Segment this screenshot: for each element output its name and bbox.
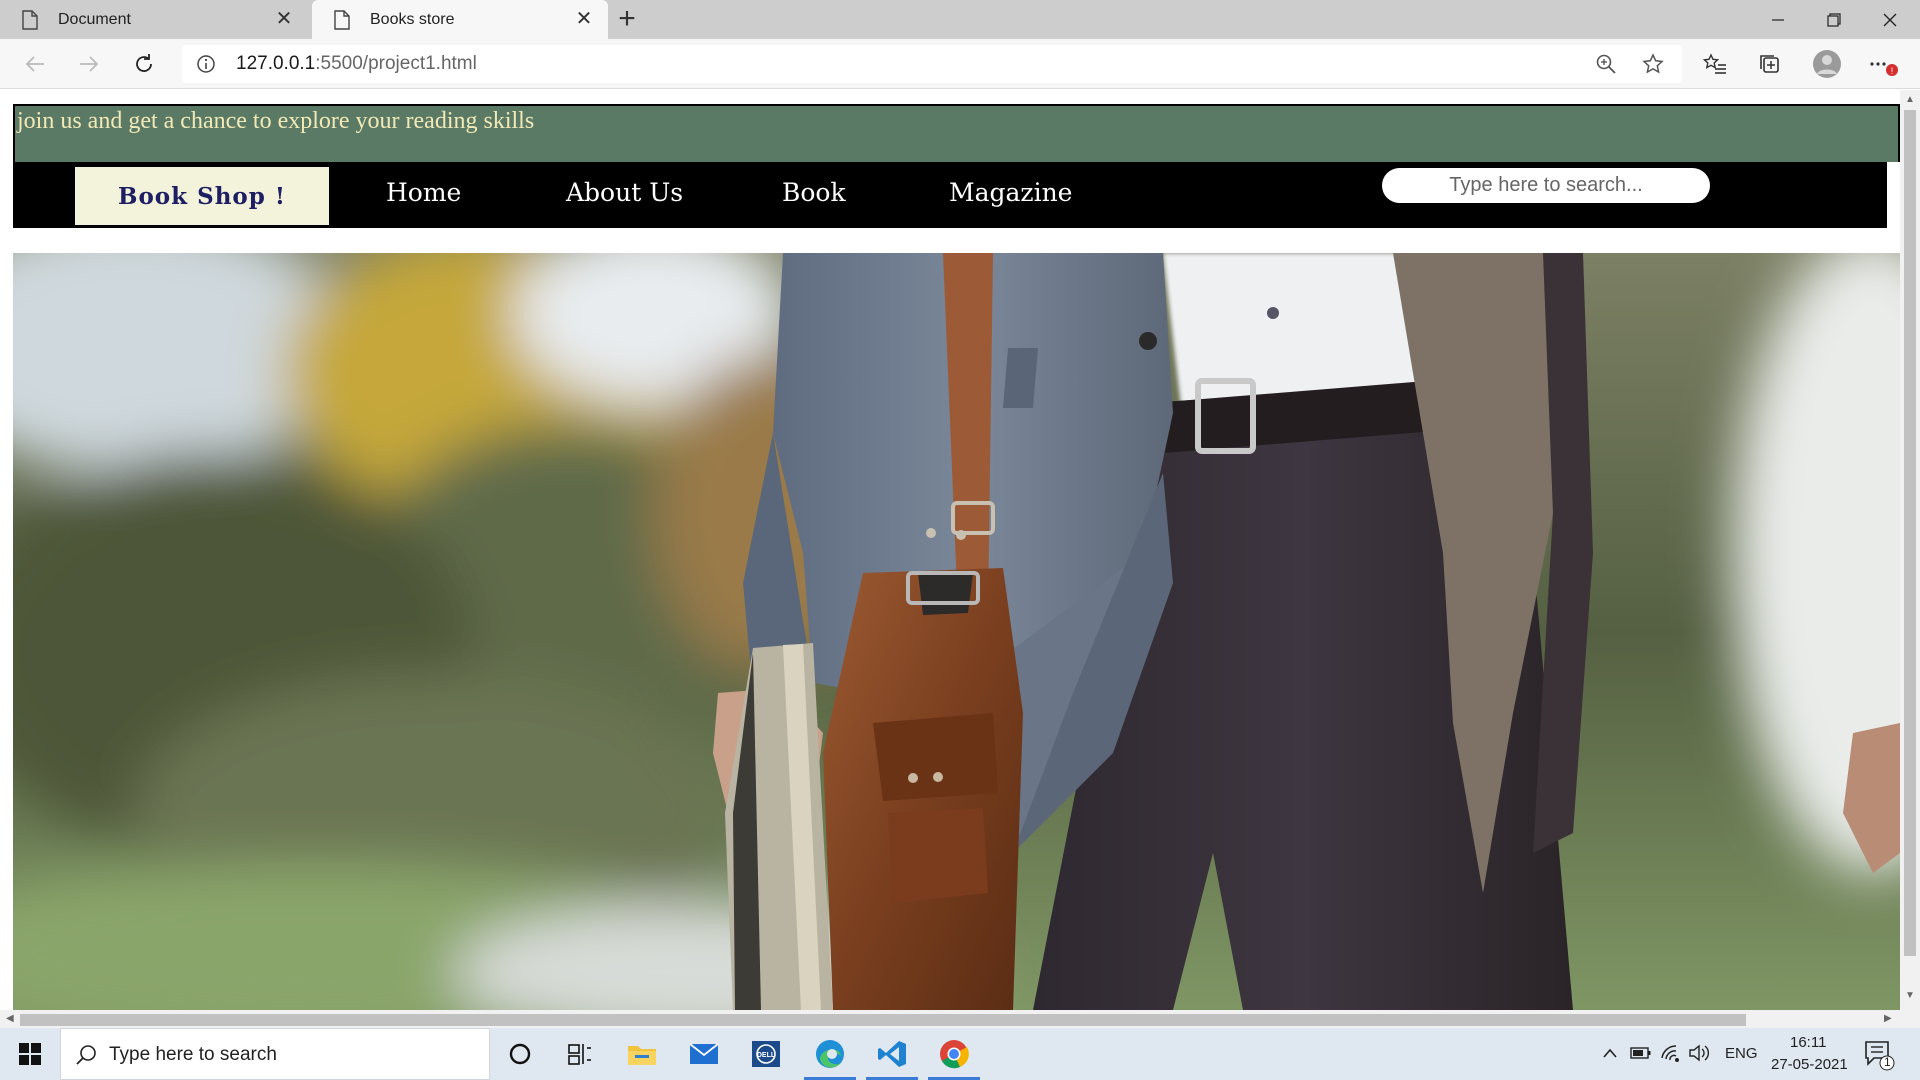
wifi-icon[interactable]	[1660, 1043, 1682, 1063]
document-icon	[22, 9, 38, 30]
hero-image	[13, 253, 1900, 1010]
more-icon: !	[1870, 62, 1898, 76]
zoom-icon[interactable]	[1595, 53, 1617, 75]
svg-text:!: !	[1891, 66, 1894, 76]
refresh-button[interactable]	[127, 47, 161, 81]
clock-date[interactable]: 27-05-2021	[1771, 1056, 1848, 1073]
nav-home[interactable]: Home	[386, 178, 461, 207]
task-view-icon	[568, 1044, 591, 1065]
web-page: join us and get a chance to explore your…	[0, 90, 1900, 1010]
dell-icon: DELL	[752, 1041, 780, 1067]
volume-icon[interactable]	[1688, 1043, 1710, 1063]
minimize-icon	[1772, 18, 1784, 21]
nav-about-us[interactable]: About Us	[566, 178, 683, 207]
restore-button[interactable]	[1806, 0, 1862, 39]
file-explorer-icon	[628, 1046, 656, 1065]
tab-books-store[interactable]: Books store ✕	[312, 0, 608, 39]
browser-toolbar: 127.0.0.1:5500/project1.html !	[0, 39, 1920, 89]
new-tab-icon[interactable]: +	[612, 4, 642, 35]
scrollbar-thumb[interactable]	[20, 1014, 1746, 1026]
edge-button[interactable]	[800, 1028, 860, 1080]
close-icon[interactable]: ✕	[274, 9, 294, 29]
mail-button[interactable]	[674, 1028, 734, 1080]
nav-magazine[interactable]: Magazine	[949, 178, 1072, 207]
edge-icon	[816, 1040, 844, 1068]
document-icon	[334, 9, 350, 30]
windows-start-icon	[19, 1043, 41, 1065]
scroll-right-icon[interactable]: ▶	[1884, 1013, 1892, 1024]
action-center-button[interactable]: 1	[1862, 1038, 1902, 1072]
profile-icon	[1813, 50, 1841, 78]
refresh-icon	[136, 54, 152, 72]
scroll-up-icon[interactable]: ▲	[1905, 94, 1915, 105]
tab-title: Document	[58, 10, 131, 28]
start-button[interactable]	[0, 1028, 60, 1080]
profile-button[interactable]	[1810, 47, 1844, 81]
collections-button[interactable]	[1753, 47, 1787, 81]
collections-icon	[1760, 55, 1779, 73]
banner-text: join us and get a chance to explore your…	[17, 108, 535, 134]
browser-tab-strip: Document ✕ Books store ✕ +	[0, 0, 1920, 39]
restore-icon	[1827, 12, 1841, 27]
taskbar-search-placeholder: Type here to search	[109, 1044, 277, 1065]
address-bar[interactable]: 127.0.0.1:5500/project1.html	[182, 45, 1682, 83]
man-with-book-and-bag-photo	[13, 253, 1900, 1010]
chevron-up-icon[interactable]	[1602, 1046, 1618, 1060]
minimize-button[interactable]	[1750, 0, 1806, 39]
chrome-icon	[940, 1040, 969, 1069]
search-input[interactable]	[1382, 168, 1710, 203]
close-icon[interactable]: ✕	[574, 9, 594, 29]
vscode-icon	[878, 1041, 906, 1067]
url-text[interactable]: 127.0.0.1:5500/project1.html	[236, 53, 477, 75]
svg-text:DELL: DELL	[757, 1052, 776, 1059]
scroll-left-icon[interactable]: ◀	[6, 1013, 14, 1024]
task-view-button[interactable]	[550, 1028, 610, 1080]
close-window-button[interactable]	[1862, 0, 1918, 39]
settings-more-button[interactable]: !	[1866, 47, 1900, 81]
brand-logo[interactable]: Book Shop !	[75, 167, 329, 225]
notification-count: 1	[1884, 1055, 1891, 1069]
tab-title: Books store	[370, 10, 455, 28]
scroll-down-icon[interactable]: ▼	[1905, 990, 1915, 1001]
horizontal-scrollbar[interactable]: ◀ ▶	[0, 1010, 1920, 1028]
cortana-icon	[509, 1043, 531, 1065]
info-icon[interactable]	[196, 54, 216, 74]
site-navbar: Book Shop ! Home About Us Book Magazine	[13, 162, 1887, 228]
nav-book[interactable]: Book	[782, 178, 846, 207]
windows-taskbar: Type here to search DELL ENG 16:11 27-05…	[0, 1028, 1920, 1080]
cortana-button[interactable]	[490, 1028, 550, 1080]
file-explorer-button[interactable]	[612, 1028, 672, 1080]
star-icon[interactable]	[1642, 53, 1664, 75]
search-icon	[76, 1045, 96, 1065]
promo-banner: join us and get a chance to explore your…	[13, 104, 1900, 162]
battery-icon[interactable]	[1630, 1045, 1652, 1061]
close-icon	[1883, 13, 1897, 26]
back-icon	[25, 56, 44, 72]
language-indicator[interactable]: ENG	[1725, 1045, 1758, 1062]
vscode-button[interactable]	[862, 1028, 922, 1080]
url-host: 127.0.0.1	[236, 53, 316, 74]
scrollbar-thumb[interactable]	[1904, 110, 1916, 956]
favorites-icon	[1703, 53, 1726, 74]
vertical-scrollbar[interactable]: ▲ ▼	[1900, 90, 1920, 1010]
clock-time[interactable]: 16:11	[1790, 1034, 1826, 1051]
mail-icon	[689, 1043, 719, 1064]
favorites-button[interactable]	[1698, 47, 1732, 81]
chrome-button[interactable]	[924, 1028, 984, 1080]
forward-button[interactable]	[72, 47, 106, 81]
back-button[interactable]	[18, 47, 52, 81]
tab-document[interactable]: Document ✕	[0, 0, 308, 39]
taskbar-search[interactable]: Type here to search	[60, 1028, 490, 1080]
forward-icon	[80, 56, 99, 72]
dell-app-button[interactable]: DELL	[736, 1028, 796, 1080]
url-path: :5500/project1.html	[315, 53, 477, 74]
